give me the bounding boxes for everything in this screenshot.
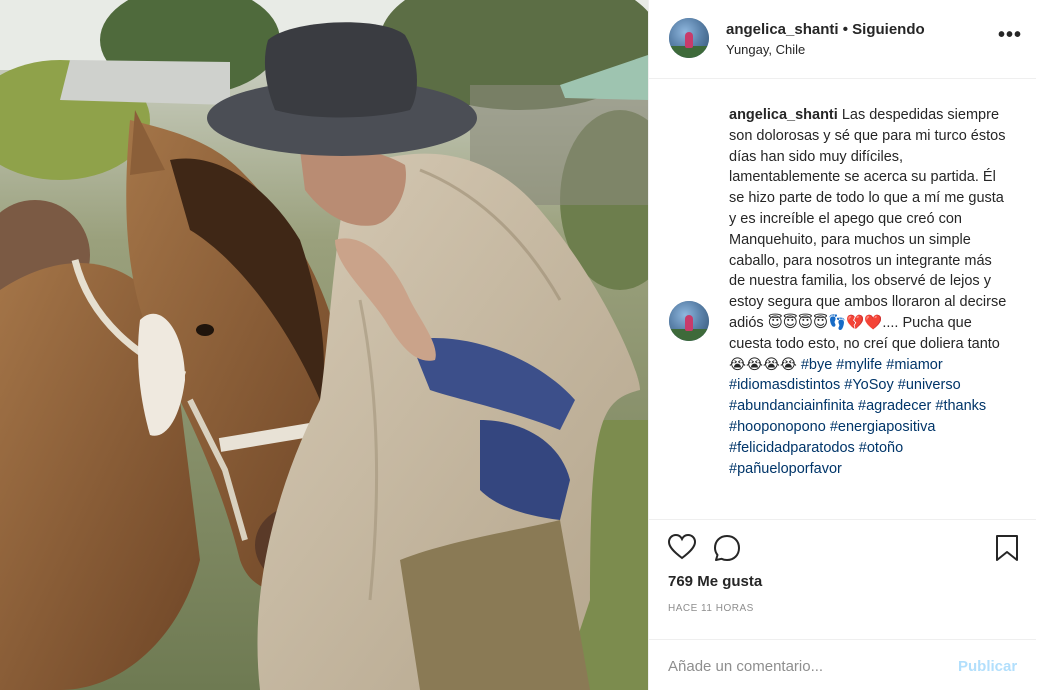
- following-button[interactable]: Siguiendo: [852, 21, 925, 38]
- hashtag-link[interactable]: #thanks: [935, 398, 986, 414]
- more-options-icon[interactable]: •••: [998, 25, 1022, 45]
- comment-form: Publicar: [649, 639, 1036, 692]
- avatar[interactable]: [669, 18, 709, 58]
- hashtag-link[interactable]: #abundanciainfinita: [729, 398, 854, 414]
- likes-count[interactable]: 769 Me gusta: [668, 573, 762, 590]
- username-row: angelica_shanti • Siguiendo: [726, 21, 925, 38]
- hashtag-link[interactable]: #idiomasdistintos: [729, 377, 840, 393]
- post-actions: 769 Me gusta HACE 11 HORAS Publicar: [649, 519, 1036, 691]
- hashtag-link[interactable]: #miamor: [886, 357, 942, 373]
- bookmark-icon[interactable]: [995, 534, 1019, 567]
- hashtag-link[interactable]: #felicidadparatodos: [729, 440, 855, 456]
- publish-button[interactable]: Publicar: [958, 658, 1017, 675]
- heart-icon[interactable]: [667, 533, 697, 565]
- hashtag-link[interactable]: #energiapositiva: [830, 419, 936, 435]
- post-sidebar: angelica_shanti • Siguiendo Yungay, Chil…: [648, 0, 1036, 690]
- hashtag-link[interactable]: #mylife: [836, 357, 882, 373]
- photo-image: [0, 0, 648, 690]
- caption-username[interactable]: angelica_shanti: [729, 107, 838, 123]
- separator-dot: •: [842, 21, 848, 38]
- hashtag-link[interactable]: #pañueloporfavor: [729, 461, 842, 477]
- username-link[interactable]: angelica_shanti: [726, 21, 839, 38]
- hashtag-list: #bye #mylife #miamor #idiomasdistintos #…: [729, 357, 986, 477]
- hashtag-link[interactable]: #bye: [801, 357, 832, 373]
- hashtag-link[interactable]: #hooponopono: [729, 419, 826, 435]
- hashtag-link[interactable]: #agradecer: [858, 398, 931, 414]
- caption-avatar[interactable]: [669, 301, 709, 341]
- comments-area: angelica_shanti Las despedidas siempre s…: [649, 79, 1036, 519]
- comment-icon[interactable]: [713, 534, 741, 567]
- post-caption: angelica_shanti Las despedidas siempre s…: [729, 105, 1011, 479]
- hashtag-link[interactable]: #otoño: [859, 440, 903, 456]
- comment-input[interactable]: [668, 654, 928, 678]
- hashtag-link[interactable]: #YoSoy: [844, 377, 893, 393]
- post-header: angelica_shanti • Siguiendo Yungay, Chil…: [649, 0, 1036, 79]
- post-timestamp[interactable]: HACE 11 HORAS: [668, 603, 754, 614]
- caption-text: Las despedidas siempre son dolorosas y s…: [729, 107, 1007, 373]
- location-link[interactable]: Yungay, Chile: [726, 42, 805, 57]
- hashtag-link[interactable]: #universo: [898, 377, 961, 393]
- post-photo[interactable]: [0, 0, 648, 690]
